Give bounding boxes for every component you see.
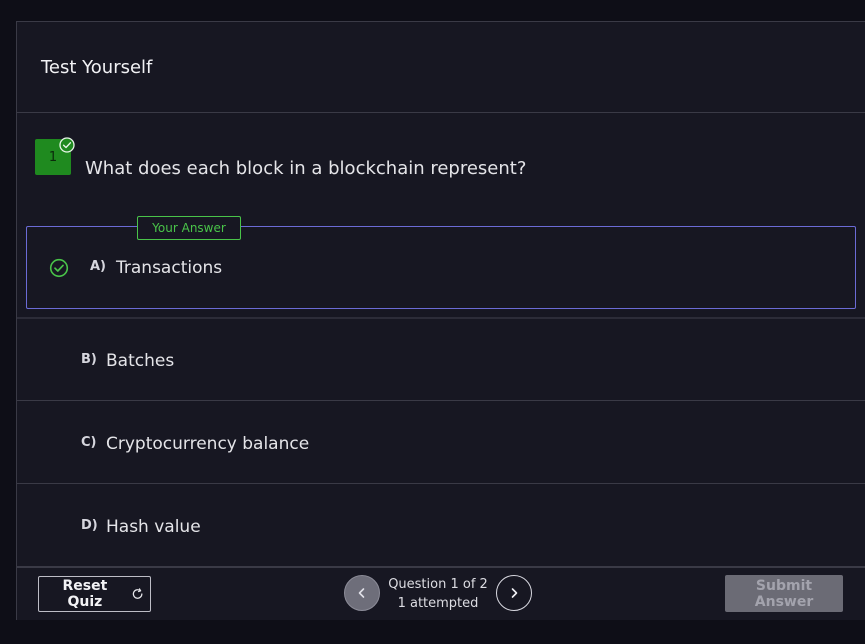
submit-answer-button[interactable]: Submit Answer [725,575,843,612]
option-b[interactable]: B) Batches [17,319,865,401]
progress-question-count: Question 1 of 2 [388,577,488,592]
quiz-footer: Reset Quiz Question 1 of 2 1 attempted S… [17,567,865,620]
option-text: Hash value [106,517,201,537]
your-answer-tag: Your Answer [137,216,241,240]
quiz-panel: Test Yourself 1 What does each block in … [16,21,865,620]
question-progress: Question 1 of 2 1 attempted [386,575,490,613]
option-c[interactable]: C) Cryptocurrency balance [17,402,865,484]
chevron-left-icon [358,588,365,598]
quiz-title: Test Yourself [41,57,153,78]
reset-quiz-label: Reset Quiz [62,578,108,610]
option-d[interactable]: D) Hash value [17,485,865,567]
option-text: Cryptocurrency balance [106,434,310,454]
previous-question-button[interactable] [344,575,380,611]
progress-attempted-count: 1 attempted [397,596,479,611]
option-letter: D) [81,518,98,533]
option-text: Batches [106,351,175,371]
check-circle-icon [59,137,75,153]
next-question-button[interactable] [496,575,532,611]
option-text: Transactions [116,258,223,278]
reset-quiz-button[interactable]: Reset Quiz [38,576,151,612]
option-letter: B) [81,352,97,367]
question-text: What does each block in a blockchain rep… [85,158,527,179]
chevron-right-icon [511,588,518,598]
option-letter: A) [90,259,107,274]
quiz-header: Test Yourself [17,22,865,113]
option-letter: C) [81,435,97,450]
refresh-icon [132,588,143,599]
check-circle-icon [49,258,69,278]
